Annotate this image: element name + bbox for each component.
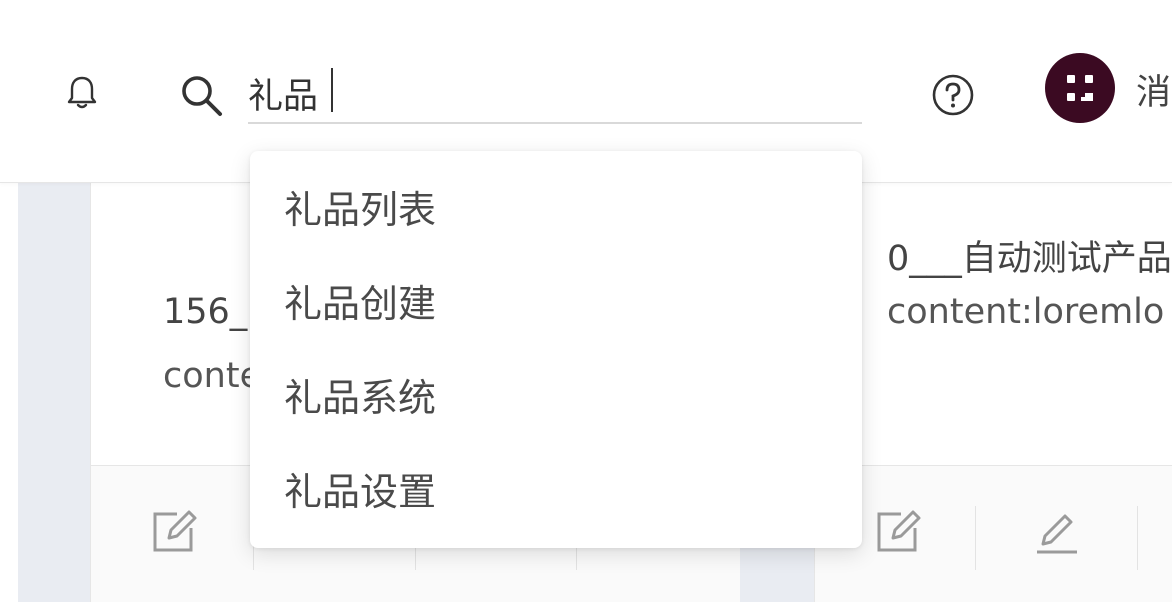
card-actions — [815, 465, 1172, 602]
card-title: 0___自动测试产品 — [887, 239, 1172, 279]
action-separator — [975, 506, 976, 570]
suggestion-item[interactable]: 礼品创建 — [250, 257, 862, 351]
suggestion-item[interactable]: 礼品设置 — [250, 445, 862, 539]
product-card: 0___自动测试产品 content:loremlo — [814, 182, 1172, 602]
edit-icon[interactable] — [147, 506, 199, 558]
username[interactable]: 消 — [1136, 68, 1171, 118]
avatar-face-icon — [1067, 75, 1093, 101]
suggestion-item[interactable]: 礼品列表 — [250, 163, 862, 257]
action-separator — [1137, 506, 1138, 570]
card-title: 156_ — [163, 292, 248, 332]
bell-icon[interactable] — [62, 72, 102, 112]
text-caret — [331, 68, 333, 112]
help-icon[interactable] — [930, 72, 976, 118]
search-input[interactable] — [248, 64, 862, 124]
card-text: conte — [163, 356, 262, 396]
edit-icon[interactable] — [871, 506, 923, 558]
search-icon[interactable] — [178, 72, 226, 120]
search-suggestions-dropdown: 礼品列表 礼品创建 礼品系统 礼品设置 — [250, 151, 862, 548]
suggestion-item[interactable]: 礼品系统 — [250, 351, 862, 445]
left-panel-edge — [0, 182, 19, 602]
card-text: content:loremlo — [887, 292, 1165, 332]
avatar[interactable] — [1045, 53, 1115, 123]
gutter-left — [18, 182, 90, 602]
pencil-icon[interactable] — [1031, 506, 1083, 558]
